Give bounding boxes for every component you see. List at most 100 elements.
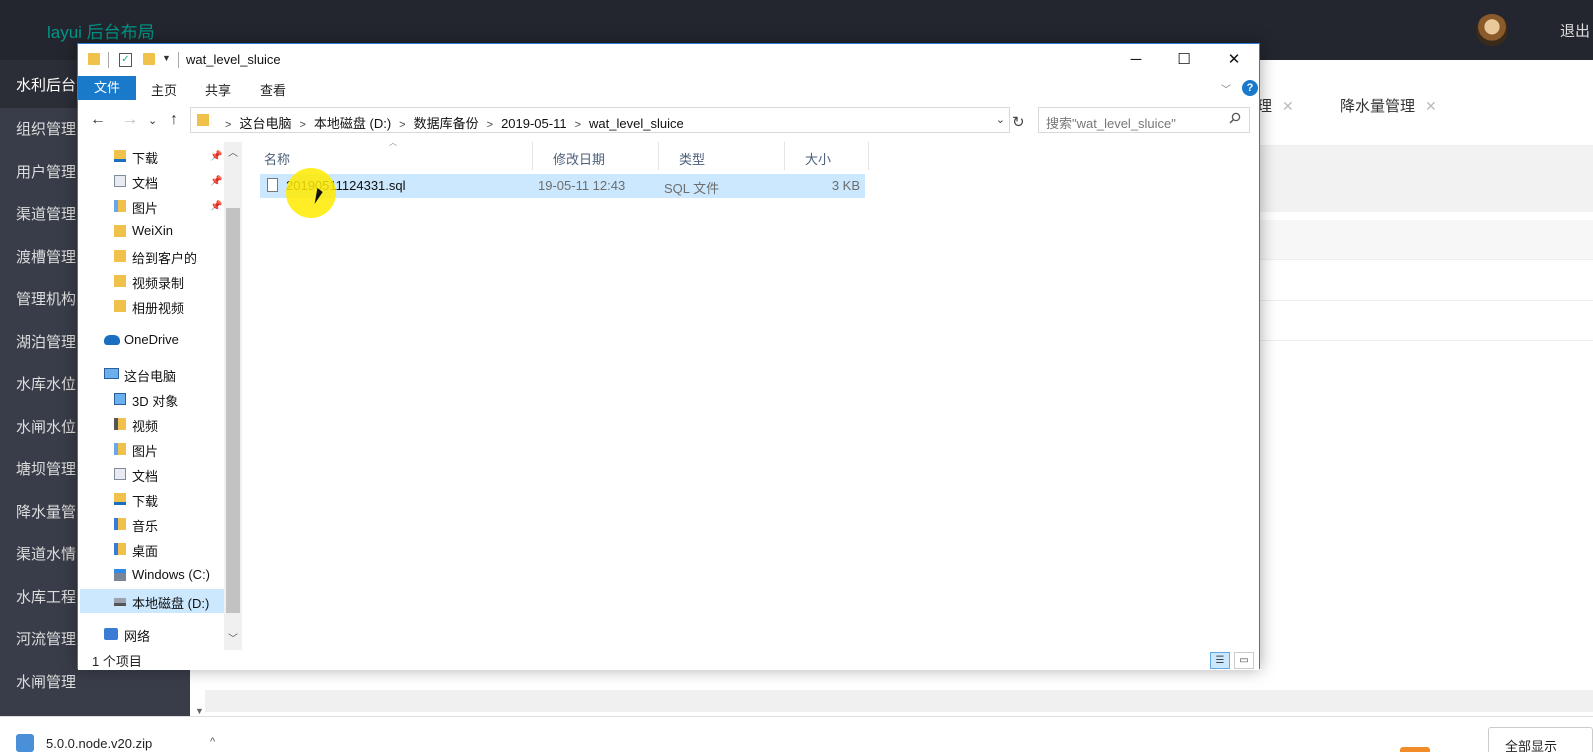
status-bar: 1 个项目 ☰ ▭ (78, 650, 1259, 670)
column-header-date[interactable]: 修改日期 (533, 142, 659, 170)
content-footer (205, 690, 1593, 712)
folder-icon (88, 53, 100, 65)
avatar[interactable] (1476, 14, 1508, 46)
ribbon-tab-view[interactable]: 查看 (260, 80, 286, 99)
item-count: 1 个项目 (92, 654, 142, 669)
windows-drive-icon (114, 569, 126, 581)
show-all-button[interactable]: 全部显示 (1488, 727, 1593, 752)
chevron-down-icon[interactable]: ﹀ (228, 630, 238, 645)
details-view-icon[interactable]: ☰ (1210, 652, 1230, 669)
download-filename[interactable]: 5.0.0.node.v20.zip (46, 736, 152, 751)
admin-logo: layui 后台布局 (47, 23, 155, 42)
large-icons-view-icon[interactable]: ▭ (1234, 652, 1254, 669)
column-header-size[interactable]: 大小 (785, 142, 869, 170)
desktop-icon (114, 543, 126, 555)
navigation-pane: 下载 📌 文档 📌 图片 📌 WeiXin 给到客户的 视频录制 相册视频 On… (78, 142, 242, 650)
nav-item[interactable]: 图片 (108, 441, 158, 460)
breadcrumb-separator[interactable]: > (225, 119, 231, 131)
nav-item-selected[interactable]: 本地磁盘 (D:) (80, 589, 224, 613)
nav-item[interactable]: 下载 (108, 148, 158, 167)
breadcrumb-separator[interactable]: > (487, 119, 493, 131)
music-icon (114, 518, 126, 530)
navigation-scrollbar[interactable]: ︿ ﹀ (224, 142, 242, 650)
tab-close-icon[interactable]: ✕ (1425, 98, 1437, 114)
nav-item[interactable]: 视频 (108, 416, 158, 435)
search-icon[interactable] (1229, 112, 1241, 124)
scroll-down-arrow-icon[interactable]: ▼ (195, 706, 205, 716)
nav-item[interactable]: WeiXin (108, 223, 173, 238)
ribbon-file-tab[interactable]: 文件 (78, 76, 136, 100)
videos-icon (114, 418, 126, 430)
nav-item-network[interactable]: 网络 (98, 626, 150, 645)
network-icon (104, 628, 118, 640)
file-row[interactable]: 20190511124331.sql 19-05-11 12:43 SQL 文件… (260, 174, 865, 198)
chevron-down-icon[interactable]: ﹀ (1221, 81, 1231, 96)
explorer-window: ✓ ▼ wat_level_sluice ─ ☐ ✕ 文件 主页 共享 查看 ﹀… (77, 43, 1260, 670)
up-icon[interactable]: ↑ (170, 111, 178, 129)
breadcrumb-item[interactable]: 数据库备份 (414, 116, 479, 131)
breadcrumb-item[interactable]: 2019-05-11 (501, 116, 567, 131)
tab-item[interactable]: 降水量管理 ✕ (1340, 95, 1437, 116)
minimize-icon[interactable]: ─ (1112, 44, 1160, 76)
folder-icon (114, 250, 126, 262)
nav-item[interactable]: 相册视频 (108, 298, 184, 317)
chevron-up-icon[interactable]: ︿ (228, 144, 238, 159)
nav-item[interactable]: 桌面 (108, 541, 158, 560)
help-icon[interactable]: ? (1242, 80, 1258, 96)
nav-item[interactable]: 音乐 (108, 516, 158, 535)
download-folder-icon (114, 150, 126, 162)
ribbon-tab-home[interactable]: 主页 (151, 80, 177, 99)
nav-item[interactable]: 下载 (108, 491, 158, 510)
nav-item[interactable]: 文档 (108, 173, 158, 192)
pictures-icon (114, 200, 126, 212)
breadcrumb-item[interactable]: 本地磁盘 (D:) (314, 116, 391, 131)
column-header-name[interactable]: 名称 (244, 142, 533, 170)
nav-item[interactable]: 3D 对象 (108, 391, 178, 410)
back-icon[interactable]: ← (90, 111, 106, 129)
computer-icon (104, 368, 119, 379)
nav-item[interactable]: 视频录制 (108, 273, 184, 292)
tab-close-icon[interactable]: ✕ (1282, 98, 1294, 114)
close-icon[interactable]: ✕ (1210, 44, 1258, 76)
address-bar[interactable]: > 这台电脑 > 本地磁盘 (D:) > 数据库备份 >2019-05-11 > wat_lev… (190, 107, 1010, 133)
nav-item[interactable]: 图片 (108, 198, 158, 217)
tab-label: 降水量管理 (1340, 98, 1416, 115)
onedrive-icon (104, 335, 120, 345)
breadcrumb-separator[interactable]: > (299, 119, 305, 131)
ribbon-tab-share[interactable]: 共享 (205, 80, 231, 99)
new-folder-icon[interactable] (143, 53, 155, 65)
refresh-icon[interactable]: ↻ (1012, 113, 1025, 131)
folder-icon (114, 300, 126, 312)
divider (108, 52, 109, 68)
breadcrumb-item[interactable]: wat_level_sluice (589, 116, 684, 131)
nav-item-onedrive[interactable]: OneDrive (98, 332, 179, 347)
folder-icon (114, 225, 126, 237)
window-title: wat_level_sluice (186, 52, 281, 67)
pin-icon[interactable]: 📌 (210, 151, 222, 162)
address-dropdown-icon[interactable]: ⌄ (996, 113, 1005, 126)
sql-file-icon (267, 178, 278, 192)
breadcrumb: > 这台电脑 > 本地磁盘 (D:) > 数据库备份 >2019-05-11 > wat_lev… (217, 113, 684, 132)
file-type: SQL 文件 (664, 181, 720, 196)
breadcrumb-item[interactable]: 这台电脑 (239, 116, 291, 131)
scrollbar-thumb[interactable] (226, 208, 240, 613)
pin-icon[interactable]: 📌 (210, 176, 222, 187)
pin-icon[interactable]: 📌 (210, 201, 222, 212)
drive-icon (114, 598, 126, 606)
nav-item-this-pc[interactable]: 这台电脑 (98, 366, 176, 385)
recent-locations-icon[interactable]: ⌄ (148, 114, 157, 127)
nav-item[interactable]: 文档 (108, 466, 158, 485)
properties-icon[interactable]: ✓ (119, 53, 132, 67)
maximize-icon[interactable]: ☐ (1160, 44, 1208, 76)
breadcrumb-separator[interactable]: > (399, 119, 405, 131)
chevron-up-icon[interactable]: ^ (210, 736, 215, 748)
search-input[interactable]: 搜索"wat_level_sluice" (1038, 107, 1250, 133)
folder-icon (197, 114, 209, 126)
logout-link[interactable]: 退出 (1560, 20, 1590, 41)
breadcrumb-separator[interactable]: > (575, 119, 581, 131)
forward-icon[interactable]: → (122, 111, 138, 129)
quick-access-dropdown-icon[interactable]: ▼ (162, 53, 171, 63)
column-header-type[interactable]: 类型 (659, 142, 785, 170)
nav-item[interactable]: Windows (C:) (108, 567, 210, 582)
nav-item[interactable]: 给到客户的 (108, 248, 197, 267)
